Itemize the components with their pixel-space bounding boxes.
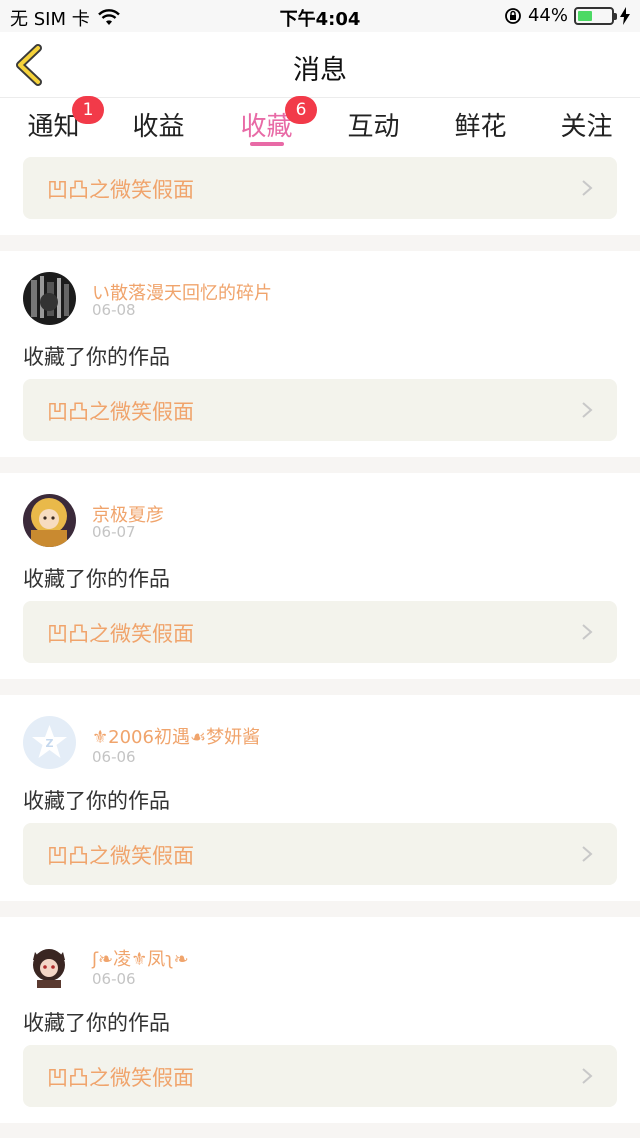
work-card[interactable]: 凹凸之微笑假面 xyxy=(23,601,617,663)
work-title: 凹凸之微笑假面 xyxy=(47,400,194,424)
notification-badge: 1 xyxy=(72,96,104,124)
chevron-right-icon xyxy=(582,180,593,196)
user-avatar[interactable]: Z xyxy=(23,716,76,769)
work-card[interactable]: 凹凸之微笑假面 xyxy=(23,823,617,885)
tab-label: 互动 xyxy=(347,112,400,142)
work-title: 凹凸之微笑假面 xyxy=(47,178,194,202)
svg-text:Z: Z xyxy=(46,737,54,750)
orientation-lock-icon xyxy=(505,7,521,24)
tab-label: 通知 xyxy=(27,112,80,142)
separator xyxy=(0,679,640,695)
chevron-right-icon xyxy=(582,846,593,862)
separator xyxy=(0,457,640,473)
status-right: 44% xyxy=(504,5,630,26)
work-title: 凹凸之微笑假面 xyxy=(47,1066,194,1090)
action-text: 收藏了你的作品 xyxy=(23,789,170,813)
nav-bar: 消息 xyxy=(0,32,640,98)
tab-label: 收藏 xyxy=(240,112,293,142)
tab-favorites[interactable]: 收藏 6 xyxy=(213,96,320,143)
favorite-date: 06-06 xyxy=(92,748,136,766)
battery-icon xyxy=(574,6,617,25)
favorite-date: 06-08 xyxy=(92,301,136,319)
separator xyxy=(0,901,640,917)
status-bar: 无 SIM 卡 下午4:04 44% xyxy=(0,0,640,32)
anime-avatar-icon xyxy=(23,494,76,547)
username[interactable]: ʃ❧凌⚜凤ʅ❧ xyxy=(92,945,189,971)
username[interactable]: ⚜2006初遇☙梦妍酱 xyxy=(92,723,260,749)
battery-percent: 44% xyxy=(527,5,568,26)
default-avatar-icon: Z xyxy=(23,716,76,769)
tab-follows[interactable]: 关注 xyxy=(533,106,640,143)
favorite-date: 06-07 xyxy=(92,523,136,541)
charging-icon xyxy=(620,6,630,25)
separator xyxy=(0,1123,640,1138)
chevron-right-icon xyxy=(582,1068,593,1084)
dark-avatar-icon xyxy=(23,272,76,325)
page-title: 消息 xyxy=(293,55,347,86)
tab-flowers[interactable]: 鲜花 xyxy=(427,106,534,143)
chevron-right-icon xyxy=(582,402,593,418)
active-tab-indicator xyxy=(250,142,284,146)
favorites-badge: 6 xyxy=(285,96,317,124)
user-avatar[interactable] xyxy=(23,938,76,991)
favorite-date: 06-06 xyxy=(92,970,136,988)
action-text: 收藏了你的作品 xyxy=(23,567,170,591)
tab-label: 关注 xyxy=(560,112,613,142)
tab-label: 鲜花 xyxy=(454,112,507,142)
tab-notifications[interactable]: 通知 1 xyxy=(0,96,107,143)
work-card[interactable]: 凹凸之微笑假面 xyxy=(23,157,617,219)
work-title: 凹凸之微笑假面 xyxy=(47,844,194,868)
action-text: 收藏了你的作品 xyxy=(23,345,170,369)
chibi-avatar-icon xyxy=(23,938,76,991)
work-card[interactable]: 凹凸之微笑假面 xyxy=(23,1045,617,1107)
tab-bar: 通知 1 收益 收藏 6 互动 鲜花 关注 xyxy=(0,96,640,154)
user-avatar[interactable] xyxy=(23,494,76,547)
user-avatar[interactable] xyxy=(23,272,76,325)
chevron-right-icon xyxy=(582,624,593,640)
tab-earnings[interactable]: 收益 xyxy=(105,106,212,143)
tab-label: 收益 xyxy=(132,112,185,142)
separator xyxy=(0,235,640,251)
work-card[interactable]: 凹凸之微笑假面 xyxy=(23,379,617,441)
tab-interactions[interactable]: 互动 xyxy=(320,106,427,143)
action-text: 收藏了你的作品 xyxy=(23,1011,170,1035)
work-title: 凹凸之微笑假面 xyxy=(47,622,194,646)
